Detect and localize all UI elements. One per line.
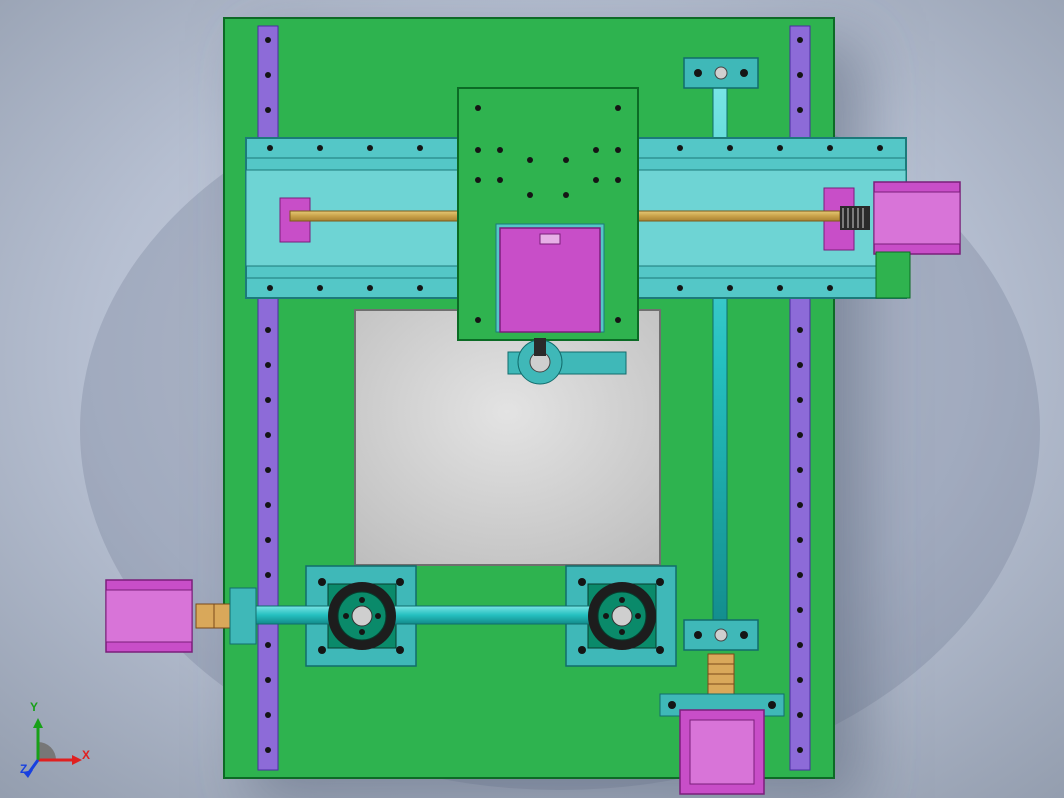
- carriage-motor: [500, 228, 600, 332]
- y-axis-mid-bracket: [684, 620, 758, 650]
- x-axis-motor-right: [874, 182, 960, 254]
- x-axis-coupler: [840, 206, 870, 230]
- roller-wheel-left: [328, 582, 396, 650]
- base-notch-right: [876, 252, 910, 298]
- y-axis-top-bracket: [684, 58, 758, 88]
- work-table: [355, 310, 660, 565]
- cross-shaft-end-bracket: [230, 588, 256, 644]
- cross-shaft-motor-left: [106, 580, 192, 652]
- cross-shaft: [236, 606, 648, 624]
- y-axis-coupler: [708, 654, 734, 694]
- y-axis-motor: [680, 710, 764, 794]
- roller-wheel-right: [588, 582, 656, 650]
- assembly-svg: [0, 0, 1064, 798]
- cross-shaft-coupler: [196, 604, 234, 628]
- cad-viewport[interactable]: X Y Z: [0, 0, 1064, 798]
